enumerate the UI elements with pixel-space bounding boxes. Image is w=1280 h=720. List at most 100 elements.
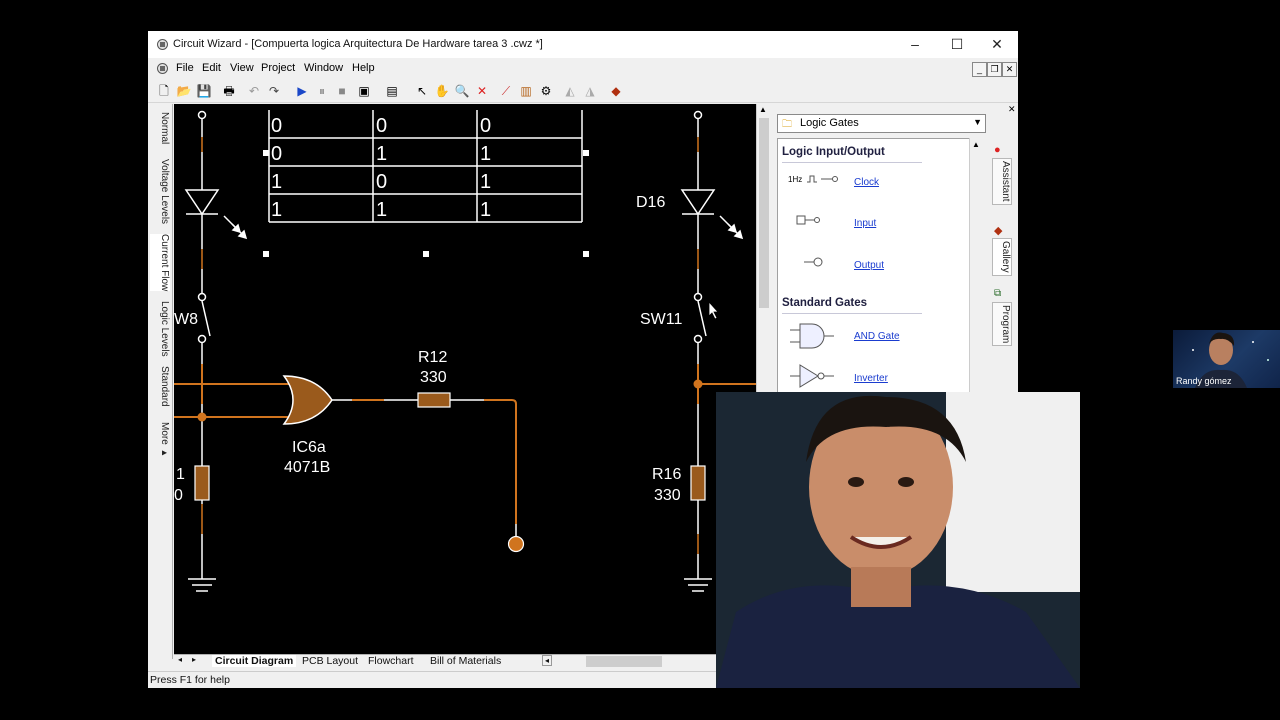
tab-pcb-layout[interactable]: PCB Layout: [302, 655, 358, 667]
print-icon[interactable]: 🖶: [221, 83, 237, 99]
pause-icon[interactable]: ⏸: [314, 83, 330, 99]
tab-circuit-diagram[interactable]: Circuit Diagram: [212, 655, 297, 667]
clock-wave-icon: [807, 175, 839, 183]
scroll-up-icon[interactable]: ▲: [972, 140, 980, 149]
output-probe[interactable]: [507, 535, 525, 553]
close-button[interactable]: ✕: [976, 31, 1018, 58]
scroll-up-icon[interactable]: ▲: [759, 105, 767, 114]
input-symbol-icon: [796, 215, 820, 225]
resistor-r16[interactable]: [690, 465, 706, 501]
menu-file[interactable]: File: [176, 62, 194, 74]
gallery-item-input[interactable]: Input: [854, 218, 876, 229]
clock-symbol-icon: 1Hz: [788, 173, 841, 185]
menu-window[interactable]: Window: [304, 62, 343, 74]
webcam-thumbnail: Randy gómez: [1173, 330, 1280, 388]
tab-voltage-levels[interactable]: Voltage Levels: [150, 159, 170, 224]
menu-view[interactable]: View: [230, 62, 254, 74]
d16-label: D16: [636, 194, 665, 211]
hscroll-left-icon[interactable]: ◂: [542, 655, 553, 666]
resistor-r12[interactable]: [417, 392, 451, 408]
tab-assistant[interactable]: Assistant: [992, 158, 1012, 205]
title-bar: Circuit Wizard - [Compuerta logica Arqui…: [148, 31, 1018, 58]
align-icon[interactable]: ◭: [562, 83, 578, 99]
status-text: Press F1 for help: [150, 674, 230, 686]
gate-part-label: 4071B: [284, 459, 330, 476]
flip-icon[interactable]: ◮: [582, 83, 598, 99]
presenter-silhouette: [716, 392, 1080, 688]
zoom-icon[interactable]: 🔍: [454, 83, 470, 99]
r16-name-label: R16: [652, 466, 681, 483]
gallery-item-and-gate[interactable]: AND Gate: [854, 331, 900, 342]
gallery-item-output[interactable]: Output: [854, 260, 884, 271]
mdi-close-button[interactable]: ✕: [1002, 62, 1017, 77]
stop-icon[interactable]: ■: [334, 83, 350, 99]
r16-value-label: 330: [654, 487, 681, 504]
left-switch-label: W8: [174, 311, 198, 328]
tab-more[interactable]: More ▸: [150, 422, 170, 459]
left-resistor-name: 1: [176, 466, 185, 483]
tab-standard[interactable]: Standard: [150, 366, 170, 407]
output-wire[interactable]: [332, 399, 517, 536]
component-icon[interactable]: ▣: [356, 83, 372, 99]
undo-icon[interactable]: ↶: [246, 83, 262, 99]
gallery-item-clock[interactable]: Clock: [854, 177, 879, 188]
left-resistor-value: 0: [174, 487, 183, 504]
mouse-cursor-icon: [708, 300, 719, 320]
left-led-branch[interactable]: [184, 110, 220, 592]
new-file-icon[interactable]: 🗋: [156, 83, 172, 99]
or-gate[interactable]: [282, 375, 333, 425]
gallery-category-select[interactable]: 🗀 Logic Gates ▼: [777, 114, 986, 133]
document-icon[interactable]: [156, 62, 169, 75]
truth-cell: 0: [480, 115, 491, 137]
menu-project[interactable]: Project: [261, 62, 295, 74]
mdi-restore-button[interactable]: ❐: [987, 62, 1002, 77]
hscroll-thumb[interactable]: [586, 656, 662, 667]
delete-icon[interactable]: ✕: [474, 83, 490, 99]
tab-scroll-right-icon[interactable]: ▸: [192, 655, 196, 664]
panel-close-icon[interactable]: ✕: [1008, 104, 1016, 115]
books-icon[interactable]: ▥: [518, 83, 534, 99]
tab-bill-of-materials[interactable]: Bill of Materials: [430, 655, 501, 667]
play-icon[interactable]: ▶: [294, 83, 310, 99]
and-gate-icon: [790, 323, 834, 349]
select-pointer-icon[interactable]: ↖: [414, 83, 430, 99]
menu-bar: File Edit View Project Window Help _ ❐ ✕: [148, 59, 1018, 79]
minimize-button[interactable]: –: [894, 31, 936, 58]
pan-hand-icon[interactable]: ✋: [434, 83, 450, 99]
probe-icon[interactable]: ⟋: [498, 83, 514, 99]
redo-icon[interactable]: ↷: [266, 83, 282, 99]
gallery-toolbar-icon[interactable]: ◆: [608, 83, 624, 99]
left-resistor[interactable]: [194, 465, 210, 501]
tab-normal[interactable]: Normal: [150, 112, 170, 144]
mdi-minimize-button[interactable]: _: [972, 62, 987, 77]
section-heading: Logic Input/Output: [782, 146, 885, 158]
settings-icon[interactable]: ⚙: [538, 83, 554, 99]
menu-help[interactable]: Help: [352, 62, 375, 74]
circuit-diagram[interactable]: 0 0 0 0 1 1 1 0 1 1 1 1 W8 1 0 IC6a 4071…: [174, 104, 756, 654]
window-title: Circuit Wizard - [Compuerta logica Arqui…: [173, 38, 543, 50]
gallery-item-inverter[interactable]: Inverter: [854, 373, 888, 384]
tab-logic-levels[interactable]: Logic Levels: [150, 301, 170, 357]
truth-table[interactable]: [268, 110, 583, 223]
tab-scroll-left-icon[interactable]: ◂: [178, 655, 182, 664]
folder-icon: 🗀: [782, 119, 792, 130]
tab-program[interactable]: Program: [992, 302, 1012, 347]
open-folder-icon[interactable]: 📂: [176, 83, 192, 99]
view-mode-tabs: Normal Voltage Levels Current Flow Logic…: [148, 104, 173, 659]
right-led-branch[interactable]: [680, 110, 716, 592]
truth-cell: 1: [480, 171, 491, 193]
scroll-thumb[interactable]: [759, 118, 769, 308]
truth-cell: 0: [376, 171, 387, 193]
circuit-canvas[interactable]: 0 0 0 0 1 1 1 0 1 1 1 1 W8 1 0 IC6a 4071…: [174, 104, 756, 654]
tab-flowchart[interactable]: Flowchart: [368, 655, 414, 667]
output-symbol-icon: [804, 257, 823, 267]
tab-gallery[interactable]: Gallery: [992, 238, 1012, 276]
menu-edit[interactable]: Edit: [202, 62, 221, 74]
maximize-button[interactable]: ☐: [936, 31, 978, 58]
layout-icon[interactable]: ▤: [384, 83, 400, 99]
chevron-down-icon[interactable]: ▼: [973, 117, 982, 127]
save-icon[interactable]: 💾: [196, 83, 212, 99]
junction-dot: [197, 412, 207, 422]
gate-input-wires[interactable]: [174, 383, 292, 418]
tab-current-flow[interactable]: Current Flow: [150, 234, 170, 292]
